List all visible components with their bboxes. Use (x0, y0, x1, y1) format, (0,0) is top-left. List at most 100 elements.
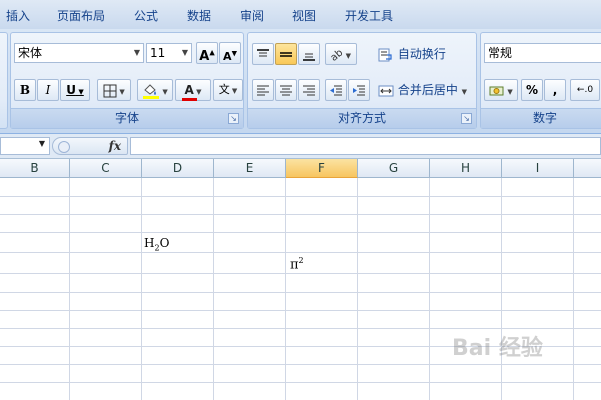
increase-indent-button[interactable] (348, 79, 370, 101)
chevron-down-icon: ▼ (181, 48, 188, 57)
currency-icon (489, 86, 504, 95)
font-group: 宋体 ▼ 11 ▼ A▲ A▼ B I U ▼ ▼ ▼ A ▼ 文 ▼ 字体 ↘ (10, 32, 244, 129)
font-group-label: 字体 (11, 108, 243, 128)
align-left-button[interactable] (252, 79, 274, 101)
cell-d-base: H (144, 236, 155, 250)
underline-button[interactable]: U ▼ (60, 79, 90, 101)
shrink-font-button[interactable]: A▼ (219, 42, 241, 64)
grid-line (429, 178, 430, 400)
number-format-combo[interactable]: 常规 (484, 43, 601, 63)
borders-icon (103, 84, 117, 97)
grid-line (0, 310, 601, 311)
dialog-launcher-icon[interactable]: ↘ (461, 113, 472, 124)
merge-center-label: 合并后居中 (397, 83, 458, 97)
percent-style-button[interactable]: % (521, 79, 543, 101)
align-right-icon (303, 85, 315, 95)
merge-center-button[interactable]: 合并后居中 ▼ (378, 79, 467, 101)
cell-d-h2o[interactable]: H2O (144, 236, 169, 252)
cell-d-tail: O (159, 236, 170, 250)
grid-line (285, 178, 286, 400)
grid-line (0, 196, 601, 197)
grid-line (0, 273, 601, 274)
tab-formulas[interactable]: 公式 (134, 7, 158, 24)
merge-center-icon (378, 85, 394, 96)
align-middle-button[interactable] (275, 43, 297, 65)
name-box[interactable]: ▼ (0, 137, 50, 155)
column-header-f[interactable]: F (286, 159, 358, 178)
font-size-combo[interactable]: 11 ▼ (146, 43, 192, 63)
chevron-down-icon: ▼ (38, 139, 45, 148)
column-header-j[interactable] (574, 159, 601, 178)
phonetic-guide-button[interactable]: 文 ▼ (213, 79, 243, 101)
cell-f-pi-squared[interactable]: π2 (290, 256, 304, 272)
tab-review[interactable]: 审阅 (240, 7, 264, 24)
column-header-e[interactable]: E (214, 159, 286, 178)
align-top-button[interactable] (252, 43, 274, 65)
column-header-h[interactable]: H (430, 159, 502, 178)
increase-decimal-icon: ←.0 (576, 85, 594, 95)
tab-view[interactable]: 视图 (292, 7, 316, 24)
column-header-c[interactable]: C (70, 159, 142, 178)
bold-button[interactable]: B (14, 79, 36, 101)
align-right-button[interactable] (298, 79, 320, 101)
cell-f-base: π (290, 257, 299, 273)
baidu-watermark: Bai 经验 (452, 330, 597, 396)
chevron-down-icon: ▼ (133, 48, 140, 57)
tab-page-layout[interactable]: 页面布局 (57, 7, 105, 24)
align-top-icon (257, 48, 269, 56)
tab-developer[interactable]: 开发工具 (345, 7, 393, 24)
column-header-d[interactable]: D (142, 159, 214, 178)
align-left-icon (257, 85, 269, 95)
italic-button[interactable]: I (37, 79, 59, 101)
decrease-indent-icon (330, 85, 342, 95)
paint-bucket-icon (143, 83, 160, 99)
font-color-button[interactable]: A ▼ (175, 79, 211, 101)
dialog-launcher-icon[interactable]: ↘ (228, 113, 239, 124)
wrap-text-button[interactable]: 自动换行 (378, 43, 446, 65)
comma-style-button[interactable]: , (544, 79, 566, 101)
alignment-group: ab ▼ 自动换行 合并后居中 ▼ 对齐方式 ↘ (247, 32, 477, 129)
accounting-format-button[interactable]: ▼ (484, 79, 518, 101)
align-center-button[interactable] (275, 79, 297, 101)
tab-data[interactable]: 数据 (187, 7, 211, 24)
grid-line (357, 178, 358, 400)
grow-font-button[interactable]: A▲ (196, 42, 218, 64)
watermark-text: Bai 经验 (452, 336, 543, 361)
increase-decimal-button[interactable]: ←.0 (570, 79, 600, 101)
underline-label: U (66, 83, 76, 97)
grid-line (141, 178, 142, 400)
insert-function-icon[interactable]: fx (109, 138, 121, 154)
phonetic-guide-icon: 文 (218, 83, 230, 96)
number-group-label: 数字 (481, 108, 601, 128)
column-header-g[interactable]: G (358, 159, 430, 178)
orientation-button[interactable]: ab ▼ (325, 43, 357, 65)
borders-button[interactable]: ▼ (97, 79, 131, 101)
font-name-combo[interactable]: 宋体 ▼ (14, 43, 144, 63)
cell-f-superscript: 2 (298, 256, 304, 265)
grid-line (0, 328, 601, 329)
shrink-font-icon: A▼ (223, 49, 237, 63)
menu-bar: 插入 页面布局 公式 数据 审阅 视图 开发工具 (0, 0, 601, 29)
formula-tools: fx (52, 137, 128, 155)
column-header-b[interactable]: B (0, 159, 70, 178)
clipboard-group-edge (0, 32, 8, 129)
grid-line (0, 232, 601, 233)
ribbon: 宋体 ▼ 11 ▼ A▲ A▼ B I U ▼ ▼ ▼ A ▼ 文 ▼ 字体 ↘… (0, 29, 601, 134)
tab-insert[interactable]: 插入 (6, 7, 30, 24)
grid-line (0, 214, 601, 215)
column-header-i[interactable]: I (502, 159, 574, 178)
font-name-value: 宋体 (18, 46, 43, 60)
align-bottom-icon (303, 53, 315, 61)
font-size-value: 11 (150, 46, 166, 60)
expand-handle-icon[interactable] (58, 141, 70, 153)
align-bottom-button[interactable] (298, 43, 320, 65)
fill-color-button[interactable]: ▼ (137, 79, 173, 101)
increase-indent-icon (353, 85, 365, 95)
wrap-text-icon (378, 48, 392, 61)
number-format-value: 常规 (488, 46, 513, 60)
decrease-indent-button[interactable] (325, 79, 347, 101)
align-center-icon (280, 85, 292, 95)
alignment-group-label: 对齐方式 (248, 108, 476, 128)
grid-line (213, 178, 214, 400)
formula-input[interactable] (130, 137, 601, 155)
